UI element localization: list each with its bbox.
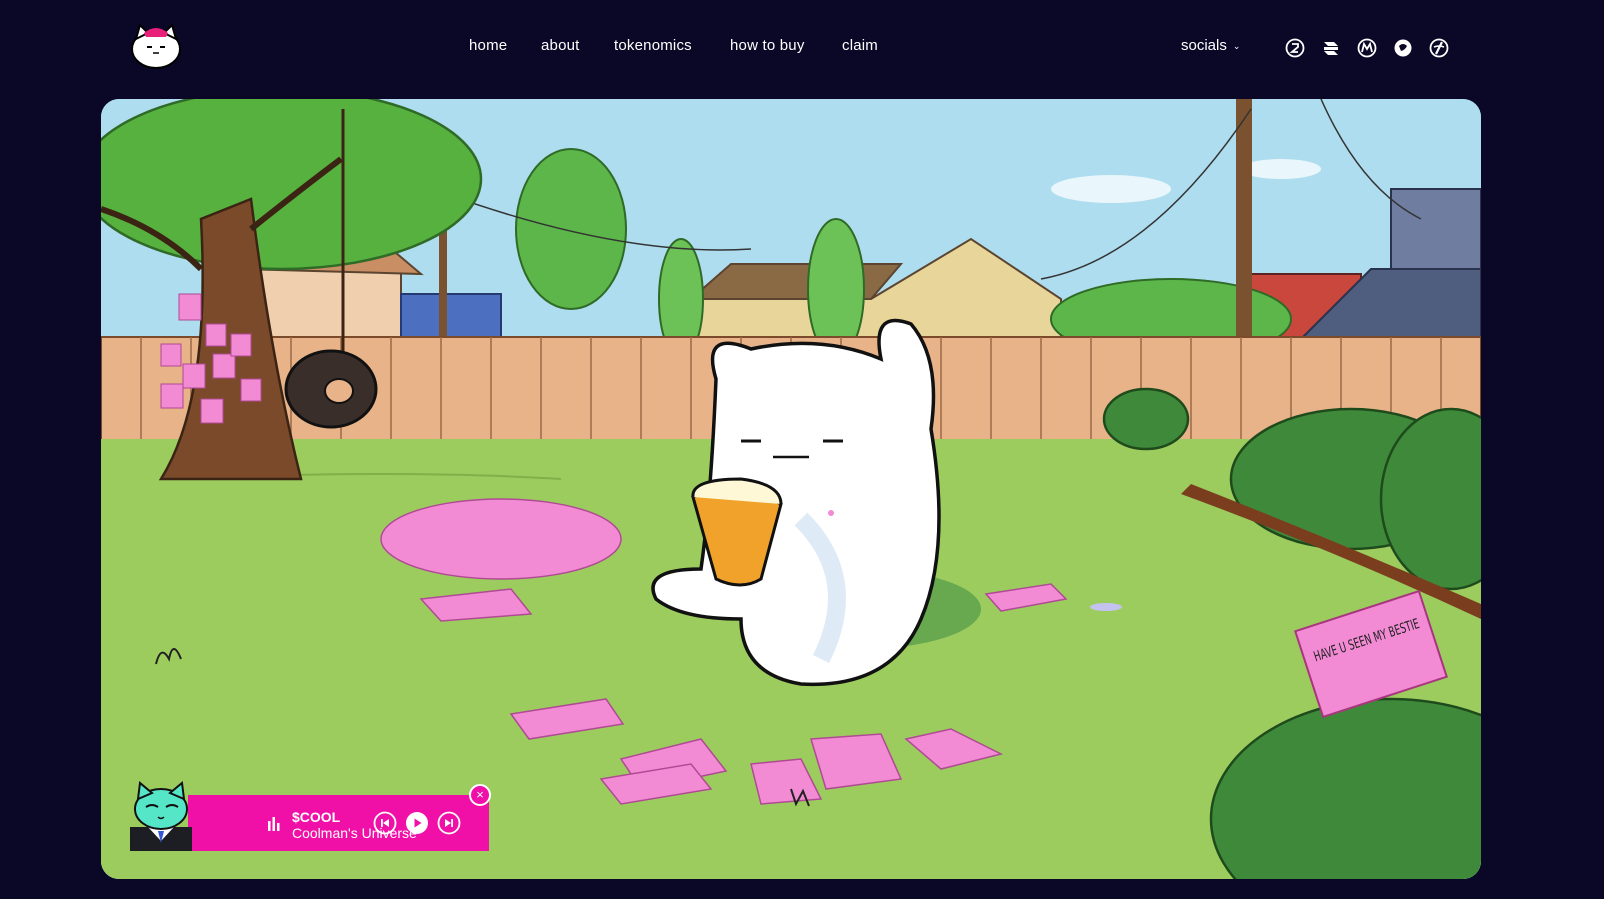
play-icon[interactable] [405,811,429,835]
music-player-bar: $COOL Coolman's Universe [188,795,489,851]
track-subtitle: Coolman's Universe [292,825,417,841]
chevron-down-icon: ⌄ [1232,41,1241,51]
slash-circle-icon[interactable] [1429,38,1449,58]
backyard-illustration: HAVE U SEEN MY BESTIE [101,99,1481,879]
previous-icon[interactable] [373,811,397,835]
cat-avatar [130,781,192,851]
hero-video-scene: HAVE U SEEN MY BESTIE [101,99,1481,879]
socials-label: socials [1181,37,1227,54]
socials-dropdown[interactable]: socials ⌄ [1181,37,1240,54]
nav-tokenomics[interactable]: tokenomics [614,37,692,54]
nav-home[interactable]: home [469,37,507,54]
equalizer-icon [268,817,280,831]
close-player-button[interactable]: × [469,784,491,806]
nav-about[interactable]: about [541,37,580,54]
ghost-cube-icon[interactable] [1321,38,1341,58]
mcap-m-icon[interactable] [1357,38,1377,58]
coin-badge-icon[interactable] [1285,38,1305,58]
chat-bubble-icon[interactable] [1393,38,1413,58]
nav-how-to-buy[interactable]: how to buy [730,37,805,54]
music-player: $COOL Coolman's Universe [130,781,489,851]
track-title: $COOL [292,809,341,825]
nav-claim[interactable]: claim [842,37,878,54]
next-icon[interactable] [437,811,461,835]
